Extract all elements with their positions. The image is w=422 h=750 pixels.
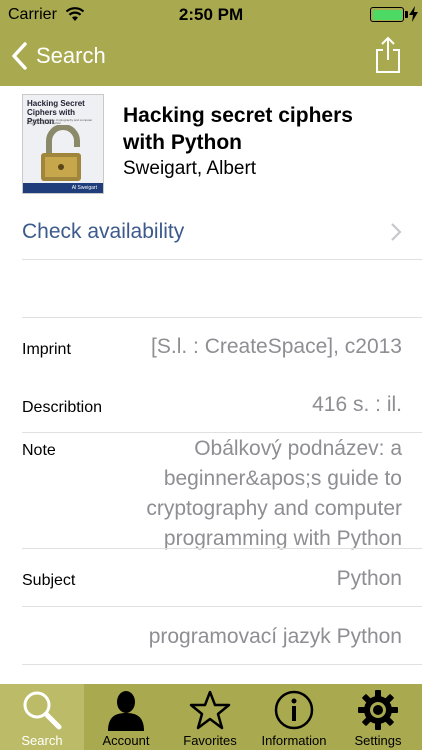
back-label: Search [36, 43, 106, 68]
back-button[interactable]: Search [10, 40, 106, 72]
divider [22, 548, 422, 549]
book-cover: Hacking Secret Ciphers with Python A beg… [22, 94, 104, 194]
tab-label: Search [21, 733, 63, 748]
book-author: Sweigart, Albert [123, 158, 257, 179]
divider [22, 317, 422, 318]
clock: 2:50 PM [178, 5, 244, 24]
description-value: 416 s. : il. [312, 393, 402, 416]
tab-search[interactable]: Search [0, 684, 84, 750]
divider [22, 432, 422, 433]
padlock-image [41, 125, 81, 181]
cover-author: Al Sweigart [23, 183, 103, 193]
tab-label: Settings [354, 733, 402, 748]
star-icon [189, 690, 231, 730]
status-bar: Carrier 2:50 PM [0, 0, 422, 30]
tab-settings[interactable]: Settings [336, 684, 420, 750]
tab-favorites[interactable]: Favorites [168, 684, 252, 750]
charging-icon [409, 6, 418, 22]
subject-value: Python [336, 567, 402, 590]
info-icon [274, 690, 314, 730]
tab-account[interactable]: Account [84, 684, 168, 750]
book-title: Hacking secret ciphers with Python [123, 104, 353, 154]
share-icon[interactable] [374, 36, 402, 74]
chevron-left-icon [12, 42, 27, 70]
divider [22, 664, 422, 665]
battery-tip [405, 11, 408, 18]
navigation-bar: Search [0, 30, 422, 86]
subject-label: Subject [22, 572, 76, 589]
note-value: Obálkový podnázev: a beginner&apos;s gui… [146, 437, 402, 550]
person-icon [108, 691, 144, 731]
imprint-label: Imprint [22, 341, 71, 358]
check-availability-row[interactable]: Check availability [22, 208, 422, 260]
imprint-value: [S.l. : CreateSpace], c2013 [151, 335, 402, 358]
gear-icon [358, 690, 398, 730]
tab-bar: Search Account Favorites Information Set… [0, 684, 422, 750]
tab-information[interactable]: Information [252, 684, 336, 750]
subject-value: programovací jazyk Python [148, 625, 402, 648]
battery-icon [370, 7, 404, 22]
book-header: Hacking Secret Ciphers with Python A beg… [22, 94, 402, 194]
search-icon [23, 691, 62, 730]
description-label: Describtion [22, 399, 103, 416]
divider [22, 606, 422, 607]
tab-label: Account [102, 733, 150, 748]
check-availability-label: Check availability [22, 220, 185, 243]
header: Carrier 2:50 PM Search [0, 0, 422, 86]
note-label: Note [22, 442, 56, 459]
book-detail: Hacking Secret Ciphers with Python A beg… [0, 86, 422, 684]
tab-label: Information [261, 733, 327, 748]
chevron-right-icon [391, 223, 402, 241]
tab-label: Favorites [183, 733, 237, 748]
